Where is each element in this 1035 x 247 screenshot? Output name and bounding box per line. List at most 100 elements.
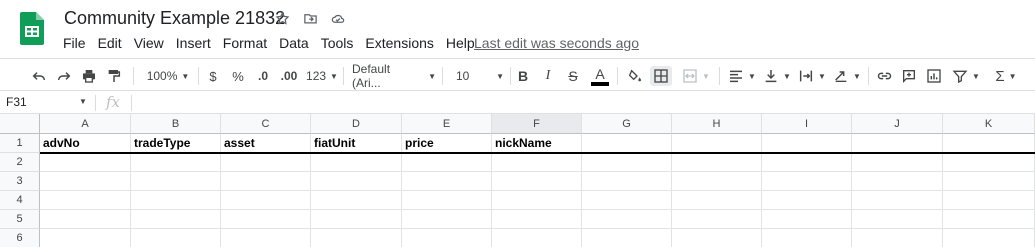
cell-j3[interactable] bbox=[852, 172, 943, 191]
name-box[interactable]: F31 bbox=[6, 95, 27, 109]
menu-file[interactable]: File bbox=[63, 35, 92, 51]
cell-j5[interactable] bbox=[852, 210, 943, 229]
column-header-b[interactable]: B bbox=[131, 114, 221, 134]
cell-b3[interactable] bbox=[131, 172, 221, 191]
cell-f3[interactable] bbox=[492, 172, 582, 191]
zoom-select[interactable]: 100% ▼ bbox=[143, 66, 193, 86]
cell-c4[interactable] bbox=[221, 191, 311, 210]
menu-extensions[interactable]: Extensions bbox=[365, 35, 439, 51]
cell-k1[interactable] bbox=[943, 134, 1035, 153]
filter-icon[interactable]: ▼ bbox=[951, 66, 981, 86]
cell-d6[interactable] bbox=[311, 229, 402, 247]
cell-k2[interactable] bbox=[943, 153, 1035, 172]
cell-e4[interactable] bbox=[402, 191, 492, 210]
cell-k4[interactable] bbox=[943, 191, 1035, 210]
cell-d3[interactable] bbox=[311, 172, 402, 191]
cell-h4[interactable] bbox=[672, 191, 762, 210]
insert-link-icon[interactable] bbox=[875, 66, 893, 86]
menu-view[interactable]: View bbox=[134, 35, 170, 51]
cell-e3[interactable] bbox=[402, 172, 492, 191]
cell-e6[interactable] bbox=[402, 229, 492, 247]
text-color-button[interactable]: A bbox=[590, 66, 610, 86]
insert-chart-icon[interactable] bbox=[925, 66, 943, 86]
cell-f4[interactable] bbox=[492, 191, 582, 210]
insert-comment-icon[interactable] bbox=[900, 66, 918, 86]
row-header-4[interactable]: 4 bbox=[0, 191, 40, 210]
increase-decimal-button[interactable]: .00 bbox=[278, 66, 300, 86]
column-header-f[interactable]: F bbox=[492, 114, 582, 134]
column-header-c[interactable]: C bbox=[221, 114, 311, 134]
cell-f6[interactable] bbox=[492, 229, 582, 247]
cell-i2[interactable] bbox=[762, 153, 852, 172]
cell-h5[interactable] bbox=[672, 210, 762, 229]
cell-e5[interactable] bbox=[402, 210, 492, 229]
cell-i3[interactable] bbox=[762, 172, 852, 191]
cell-j4[interactable] bbox=[852, 191, 943, 210]
currency-button[interactable]: $ bbox=[206, 66, 220, 86]
cell-k3[interactable] bbox=[943, 172, 1035, 191]
cell-e2[interactable] bbox=[402, 153, 492, 172]
column-header-g[interactable]: G bbox=[582, 114, 672, 134]
column-header-k[interactable]: K bbox=[943, 114, 1035, 134]
cell-a5[interactable] bbox=[40, 210, 131, 229]
cell-c2[interactable] bbox=[221, 153, 311, 172]
more-formats-select[interactable]: 123 ▼ bbox=[304, 66, 340, 86]
paint-format-icon[interactable] bbox=[105, 66, 123, 86]
print-icon[interactable] bbox=[80, 66, 98, 86]
row-header-1[interactable]: 1 bbox=[0, 134, 40, 153]
star-icon[interactable] bbox=[274, 10, 290, 26]
cell-c6[interactable] bbox=[221, 229, 311, 247]
functions-button[interactable]: Σ ▼ bbox=[990, 66, 1022, 86]
cell-i4[interactable] bbox=[762, 191, 852, 210]
row-header-2[interactable]: 2 bbox=[0, 153, 40, 172]
move-folder-icon[interactable] bbox=[302, 10, 318, 26]
column-header-e[interactable]: E bbox=[402, 114, 492, 134]
italic-button[interactable]: I bbox=[541, 66, 555, 86]
frozen-row-divider[interactable] bbox=[40, 152, 1035, 154]
merge-cells-icon[interactable]: ▼ bbox=[679, 66, 713, 86]
caret-down-icon[interactable]: ▼ bbox=[79, 97, 87, 106]
menu-data[interactable]: Data bbox=[279, 35, 315, 51]
cell-g2[interactable] bbox=[582, 153, 672, 172]
percent-button[interactable]: % bbox=[231, 66, 245, 86]
horizontal-align-icon[interactable]: ▼ bbox=[727, 66, 757, 86]
cell-a1[interactable]: advNo bbox=[40, 134, 131, 153]
cell-i6[interactable] bbox=[762, 229, 852, 247]
bold-button[interactable]: B bbox=[516, 66, 530, 86]
cell-j6[interactable] bbox=[852, 229, 943, 247]
column-header-h[interactable]: H bbox=[672, 114, 762, 134]
document-title[interactable]: Community Example 21832 bbox=[64, 8, 285, 29]
last-edit-link[interactable]: Last edit was seconds ago bbox=[474, 35, 639, 51]
cell-g5[interactable] bbox=[582, 210, 672, 229]
column-header-a[interactable]: A bbox=[40, 114, 131, 134]
cell-i1[interactable] bbox=[762, 134, 852, 153]
cell-j1[interactable] bbox=[852, 134, 943, 153]
cell-b1[interactable]: tradeType bbox=[131, 134, 221, 153]
cell-d2[interactable] bbox=[311, 153, 402, 172]
menu-format[interactable]: Format bbox=[223, 35, 273, 51]
cell-b2[interactable] bbox=[131, 153, 221, 172]
cell-f5[interactable] bbox=[492, 210, 582, 229]
undo-icon[interactable] bbox=[30, 66, 48, 86]
cell-f1[interactable]: nickName bbox=[492, 134, 582, 153]
fill-color-icon[interactable] bbox=[626, 66, 644, 86]
cell-b6[interactable] bbox=[131, 229, 221, 247]
cell-k5[interactable] bbox=[943, 210, 1035, 229]
decrease-decimal-button[interactable]: .0 bbox=[254, 66, 272, 86]
row-header-5[interactable]: 5 bbox=[0, 210, 40, 229]
vertical-align-icon[interactable]: ▼ bbox=[762, 66, 792, 86]
column-header-i[interactable]: I bbox=[762, 114, 852, 134]
column-header-d[interactable]: D bbox=[311, 114, 402, 134]
cell-h3[interactable] bbox=[672, 172, 762, 191]
borders-icon[interactable] bbox=[650, 66, 672, 86]
cell-c1[interactable]: asset bbox=[221, 134, 311, 153]
cell-d4[interactable] bbox=[311, 191, 402, 210]
cell-a4[interactable] bbox=[40, 191, 131, 210]
cell-a6[interactable] bbox=[40, 229, 131, 247]
text-rotation-icon[interactable]: ▼ bbox=[832, 66, 862, 86]
cloud-status-icon[interactable] bbox=[330, 10, 346, 26]
cell-e1[interactable]: price bbox=[402, 134, 492, 153]
cell-g6[interactable] bbox=[582, 229, 672, 247]
menu-tools[interactable]: Tools bbox=[321, 35, 360, 51]
font-select[interactable]: Default (Ari... ▼ bbox=[352, 62, 436, 90]
